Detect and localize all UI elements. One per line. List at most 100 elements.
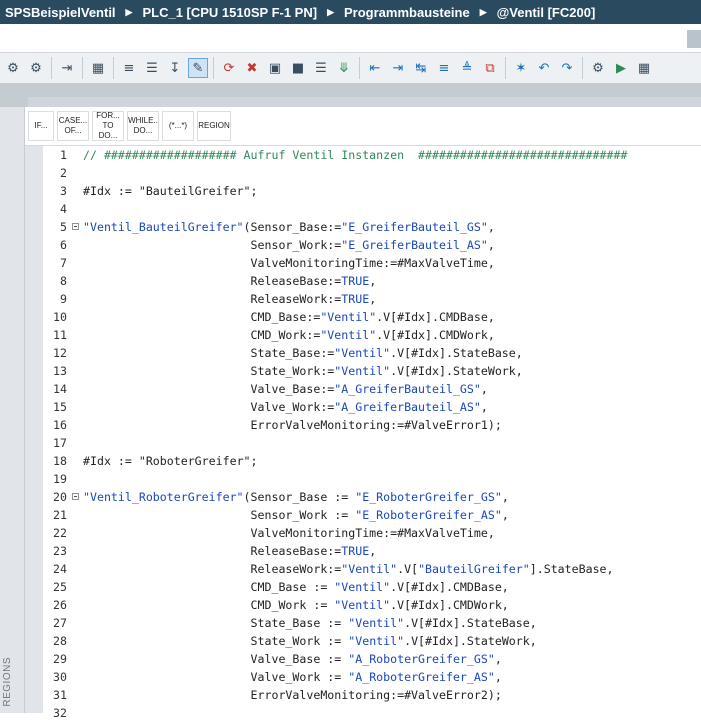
breadcrumb-separator-icon: ▶ [125,6,133,17]
indent-right-icon[interactable]: ⇥ [388,58,408,78]
instr-if-button[interactable]: IF... [28,111,54,141]
code-line[interactable]: 9 ReleaseWork:=TRUE, [43,290,701,308]
replace-icon[interactable]: ■ [288,58,308,78]
comment-icon[interactable]: ≡ [434,58,454,78]
network-down-icon[interactable]: ⚙ [26,58,46,78]
step-icon[interactable]: ⚙ [588,58,608,78]
bookmark-prev-icon[interactable]: ↶ [534,58,554,78]
download-icon[interactable]: ↧ [165,58,185,78]
list-icon[interactable]: ☰ [142,58,162,78]
code-editor[interactable]: 1 // ################### Aufruf Ventil In… [25,146,701,720]
code-line[interactable]: 15 Valve_Work:="A_GreiferBauteil_AS", [43,398,701,416]
instr-while-button[interactable]: WHILE.. DO... [127,111,159,141]
breadcrumb-project[interactable]: SPSBeispielVentil [0,5,120,20]
arrow-down-icon[interactable]: ⤋ [334,58,354,78]
code-token: "Ventil_BauteilGreifer" [83,220,244,234]
instr-comment-button[interactable]: (*...*) [162,111,194,141]
go-to-error-icon[interactable]: ⟳ [219,58,239,78]
line-number: 19 [53,472,67,486]
code-token: ReleaseBase:= [83,544,342,558]
code-line[interactable]: 12 State_Base:="Ventil".V[#Idx].StateBas… [43,344,701,362]
watch-icon[interactable]: ↷ [557,58,577,78]
code-line[interactable]: 30 Valve_Work := "A_RoboterGreifer_AS", [43,668,701,686]
block-interface-icon[interactable]: ≡ [119,58,139,78]
bookmark-next-icon[interactable]: ✶ [511,58,531,78]
code-line[interactable]: 14 Valve_Base:="A_GreiferBauteil_GS", [43,380,701,398]
code-line[interactable]: 29 Valve_Base := "A_RoboterGreifer_GS", [43,650,701,668]
code-token: , [487,238,495,252]
code-line[interactable]: 1 // ################### Aufruf Ventil In… [43,146,701,164]
monitor-icon[interactable]: ▦ [88,58,108,78]
network-up-icon[interactable]: ⚙ [3,58,23,78]
code-token: "A_GreiferBauteil_GS" [334,382,481,396]
line-number: 6 [60,238,67,252]
code-text: ValveMonitoringTime:=#MaxValveTime, [83,254,495,272]
delete-error-icon[interactable]: ✖ [242,58,262,78]
code-token: "BauteilGreifer" [138,184,251,198]
insert-network-icon[interactable]: ⇥ [57,58,77,78]
code-text: State_Base:="Ventil".V[#Idx].StateBase, [83,344,523,362]
regions-panel[interactable]: REGIONS [0,107,25,713]
code-token: "Ventil" [334,598,391,612]
code-line[interactable]: 11 CMD_Work:="Ventil".V[#Idx].CMDWork, [43,326,701,344]
breadcrumb-plc[interactable]: PLC_1 [CPU 1510SP F-1 PN] [138,5,321,20]
line-number: 32 [53,706,67,720]
code-line[interactable]: 3 #Idx := "BauteilGreifer"; [43,182,701,200]
code-line[interactable]: 26 CMD_Work := "Ventil".V[#Idx].CMDWork, [43,596,701,614]
code-line[interactable]: 22 ValveMonitoringTime:=#MaxValveTime, [43,524,701,542]
code-token: ErrorValveMonitoring:=#ValveError1); [83,418,502,432]
code-line[interactable]: 5 "Ventil_BauteilGreifer"(Sensor_Base:="E… [43,218,701,236]
monitoring-icon[interactable]: ▦ [634,58,654,78]
breadcrumb-program-blocks[interactable]: Programmbausteine [340,5,474,20]
code-line[interactable]: 18 #Idx := "RoboterGreifer"; [43,452,701,470]
instr-for-button[interactable]: FOR... TO DO... [92,111,124,141]
code-token: .V[#Idx].StateWork, [390,364,523,378]
code-token: .V[#Idx].CMDWork, [376,328,495,342]
compare-icon[interactable]: ▣ [265,58,285,78]
instr-region-button[interactable]: REGION [197,111,231,141]
list-icon-2[interactable]: ☰ [311,58,331,78]
outdent-icon[interactable]: ↹ [411,58,431,78]
code-line[interactable]: 2 [43,164,701,182]
code-token: "Ventil" [334,580,391,594]
code-line[interactable]: 24 ReleaseWork:="Ventil".V["BauteilGreif… [43,560,701,578]
code-token: .V[#Idx].StateBase, [404,616,537,630]
code-line[interactable]: 7 ValveMonitoringTime:=#MaxValveTime, [43,254,701,272]
code-line[interactable]: 20 "Ventil_RoboterGreifer"(Sensor_Base :=… [43,488,701,506]
breadcrumb-block[interactable]: @Ventil [FC200] [493,5,600,20]
toolbar-divider [505,57,506,79]
code-text: Sensor_Work:="E_GreiferBauteil_AS", [83,236,495,254]
code-token: "A_RoboterGreifer_AS" [348,670,495,684]
instr-case-button[interactable]: CASE... OF... [57,111,89,141]
code-token: "BauteilGreifer" [418,562,530,576]
code-line[interactable]: 13 State_Work:="Ventil".V[#Idx].StateWor… [43,362,701,380]
line-number: 25 [53,580,67,594]
indent-left-icon[interactable]: ⇤ [365,58,385,78]
breakpoint-icon[interactable]: ▶ [611,58,631,78]
code-line[interactable]: 31 ErrorValveMonitoring:=#ValveError2); [43,686,701,704]
panel-grip-icon[interactable] [687,30,701,48]
code-line[interactable]: 19 [43,470,701,488]
line-number: 27 [53,616,67,630]
instr-label: DO... [133,126,153,135]
code-token: ReleaseWork:= [83,292,342,306]
bookmark-icon[interactable]: ⧉ [480,58,500,78]
code-line[interactable]: 25 CMD_Base := "Ventil".V[#Idx].CMDBase, [43,578,701,596]
code-line[interactable]: 17 [43,434,701,452]
code-line[interactable]: 4 [43,200,701,218]
pin-icon[interactable]: ✎ [188,58,208,78]
uncomment-icon[interactable]: ≜ [457,58,477,78]
collapse-icon[interactable] [72,223,79,230]
code-line[interactable]: 21 Sensor_Work := "E_RoboterGreifer_AS", [43,506,701,524]
collapse-icon[interactable] [72,493,79,500]
code-line[interactable]: 27 State_Base := "Ventil".V[#Idx].StateB… [43,614,701,632]
code-line[interactable]: 23 ReleaseBase:=TRUE, [43,542,701,560]
code-line[interactable]: 10 CMD_Base:="Ventil".V[#Idx].CMDBase, [43,308,701,326]
code-line[interactable]: 32 [43,704,701,722]
code-line[interactable]: 8 ReleaseBase:=TRUE, [43,272,701,290]
code-line[interactable]: 6 Sensor_Work:="E_GreiferBauteil_AS", [43,236,701,254]
line-number: 14 [53,382,67,396]
code-line[interactable]: 16 ErrorValveMonitoring:=#ValveError1); [43,416,701,434]
code-line[interactable]: 28 State_Work := "Ventil".V[#Idx].StateW… [43,632,701,650]
code-text: CMD_Base:="Ventil".V[#Idx].CMDBase, [83,308,495,326]
